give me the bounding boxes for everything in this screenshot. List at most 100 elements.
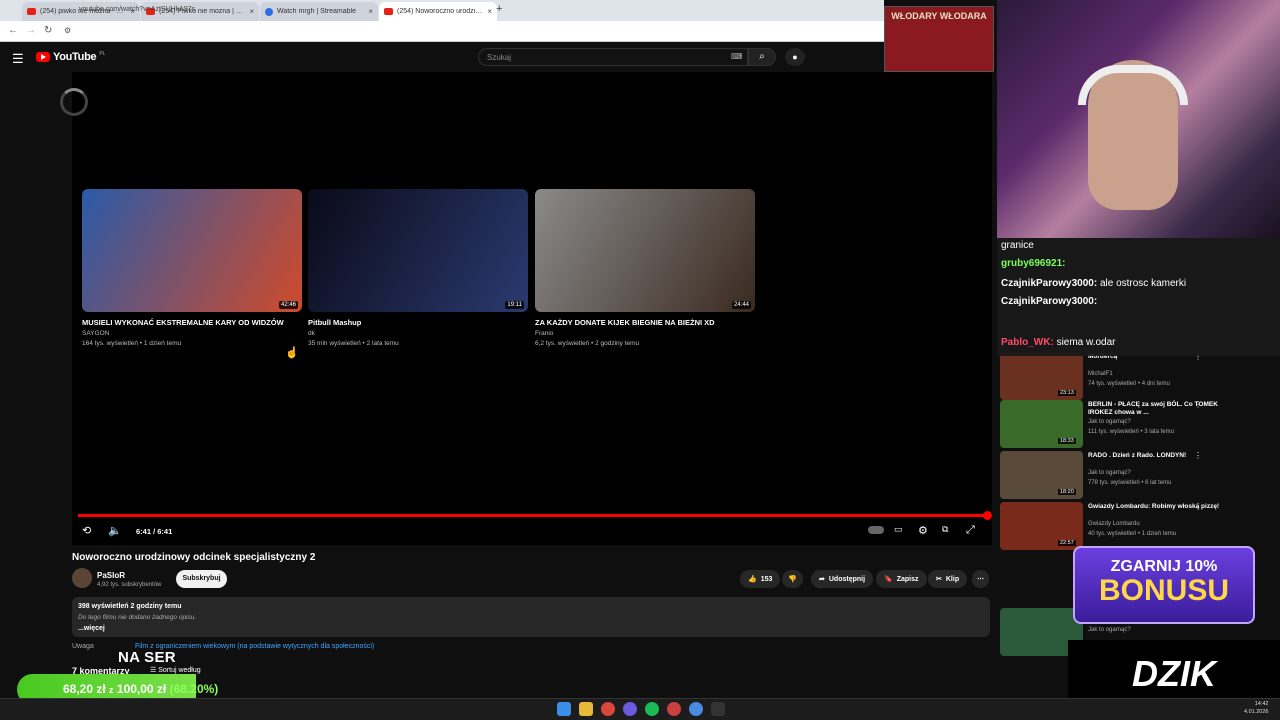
dislike-button[interactable]: 👎 <box>782 570 803 588</box>
obs-icon[interactable] <box>711 702 725 716</box>
like-button[interactable]: 👍 153 <box>740 570 781 588</box>
more-icon[interactable]: ⋮ <box>1194 451 1202 460</box>
recommended-video[interactable]: 18:20 RADO . Dzień z Rado. LONDYN! Jak to … <box>1000 451 1280 499</box>
browser-icon[interactable] <box>689 702 703 716</box>
menu-icon[interactable]: ☰ <box>12 51 24 67</box>
save-button[interactable]: 🔖 Zapisz <box>876 570 927 588</box>
tab-2[interactable]: Watch mrgh | Streamable × <box>260 2 378 21</box>
donation-goal: 100,00 zł <box>116 682 167 696</box>
video-channel[interactable]: Gwiazdy Lombardu <box>1088 521 1140 527</box>
streamable-icon <box>265 7 273 16</box>
stream-title-overlay: NA SER <box>118 649 176 666</box>
video-channel[interactable]: Jak to ogarnąć? <box>1088 627 1131 633</box>
endscreen-video-card[interactable]: 42:46 MUSIELI WYKONAĆ EKSTREMALNE KARY OD… <box>82 189 302 347</box>
search-input[interactable]: Szukaj <box>478 48 748 66</box>
miniplayer-icon[interactable]: ⧉ <box>942 524 948 535</box>
app-icon[interactable] <box>667 702 681 716</box>
video-channel[interactable]: MichaIF1 <box>1088 371 1113 377</box>
endscreen-video-card[interactable]: 19:11 Pitbull Mashup dk 35 mln wyświetleń •… <box>308 189 528 347</box>
search-icon: ⌕ <box>759 51 765 62</box>
address-bar <box>0 21 884 42</box>
notice-label: Uwaga <box>72 643 94 650</box>
chat-message: CzajnikParowy3000: <box>1001 296 1097 307</box>
progress-bar[interactable] <box>78 514 988 517</box>
video-title[interactable]: Gwiazdy Lombardu: Robimy włoską pizzę! <box>1088 503 1238 511</box>
video-duration: 22:57 <box>1058 540 1076 546</box>
fullscreen-icon[interactable]: ⤢ <box>966 524 975 537</box>
autoplay-toggle[interactable] <box>868 526 884 534</box>
channel-avatar[interactable] <box>72 568 92 588</box>
sort-comments-button[interactable]: ☰ Sortuj według <box>150 666 201 674</box>
video-channel[interactable]: Jak to ogarnąć? <box>1088 419 1131 425</box>
more-icon: ⋯ <box>977 576 984 583</box>
settings-icon[interactable]: ⚙ <box>918 524 928 537</box>
spotify-icon[interactable] <box>645 702 659 716</box>
chrome-icon[interactable] <box>601 702 615 716</box>
video-channel[interactable]: Jak to ogarnąć? <box>1088 470 1131 476</box>
url-text[interactable]: youtube.com/watch?v=AztSUHkA97s <box>79 6 195 13</box>
more-icon[interactable]: ⋮ <box>1194 400 1202 409</box>
recommended-video[interactable]: 23:13 Mordercą MichaIF1 74 tys. wyświetleń … <box>1000 352 1280 400</box>
more-actions-button[interactable]: ⋯ <box>972 570 989 588</box>
back-icon[interactable]: ← <box>8 25 18 36</box>
search-button[interactable]: ⌕ <box>748 48 776 66</box>
subscriber-count: 4,92 tys. subskrybentów <box>97 582 162 588</box>
recommended-video[interactable]: 22:57 Gwiazdy Lombardu: Robimy włoską piz… <box>1000 502 1280 550</box>
volume-icon[interactable]: 🔈 <box>108 524 122 537</box>
close-tab-icon[interactable]: × <box>249 7 254 16</box>
youtube-favicon-icon <box>384 8 393 15</box>
reload-icon[interactable]: ↻ <box>44 25 52 36</box>
chat-message: granice <box>1001 240 1034 251</box>
chat-user: gruby696921: <box>1001 258 1066 269</box>
video-thumbnail[interactable]: 19:11 <box>308 189 528 312</box>
close-tab-icon[interactable]: × <box>368 7 373 16</box>
forward-icon[interactable]: → <box>26 25 36 36</box>
video-title[interactable]: Pitbull Mashup <box>308 318 528 327</box>
subtitles-icon[interactable]: ▭ <box>894 524 903 535</box>
chat-text: siema w.odar <box>1056 337 1116 348</box>
tab-title: (254) Noworoczno urodzinowy <box>397 8 484 15</box>
chat-user: Pablo_WK: <box>1001 337 1054 348</box>
logo-text: YouTube <box>53 51 97 63</box>
close-tab-icon[interactable]: × <box>487 7 492 16</box>
sort-icon: ☰ <box>150 667 159 674</box>
more-icon[interactable]: ⋮ <box>1194 502 1202 511</box>
video-meta: 74 tys. wyświetleń • 4 dni temu <box>1088 381 1170 387</box>
video-thumbnail[interactable]: 24:44 <box>535 189 755 312</box>
endscreen-video-card[interactable]: 24:44 ZA KAŻDY DONATE KIJEK BIEGNIE NA BI… <box>535 189 755 347</box>
video-meta: 111 tys. wyświetleń • 3 lata temu <box>1088 429 1174 435</box>
video-channel[interactable]: dk <box>308 330 528 337</box>
video-title[interactable]: MUSIELI WYKONAĆ EKSTREMALNE KARY OD WIDZ… <box>82 318 302 327</box>
progress-scrubber[interactable] <box>983 511 992 520</box>
file-explorer-icon[interactable] <box>579 702 593 716</box>
voice-search-button[interactable]: ● <box>785 48 805 66</box>
subscribe-button[interactable]: Subskrybuj <box>176 570 227 588</box>
site-info-icon[interactable]: ⚙ <box>64 26 71 35</box>
video-title[interactable]: BERLIN - PŁACĘ za swój BÓL. Co TOMEK IRO… <box>1088 401 1238 417</box>
video-meta: 6,2 tys. wyświetleń • 2 godziny temu <box>535 340 640 347</box>
loading-spinner-icon <box>60 88 88 116</box>
donation-current: 68,20 zł <box>63 682 106 696</box>
chat-message: Pablo_WK: siema w.odar <box>1001 337 1115 348</box>
keyboard-icon[interactable]: ⌨ <box>731 52 743 61</box>
recommended-video[interactable]: 18:33 BERLIN - PŁACĘ za swój BÓL. Co TOME… <box>1000 400 1280 448</box>
start-icon[interactable] <box>557 702 571 716</box>
clock-time: 14:42 <box>1254 701 1269 707</box>
time-display: 6:41 / 6:41 <box>136 527 173 536</box>
new-tab-button[interactable]: + <box>496 3 502 15</box>
video-thumbnail[interactable]: 42:46 <box>82 189 302 312</box>
discord-icon[interactable] <box>623 702 637 716</box>
youtube-logo[interactable]: YouTube PL <box>36 51 105 63</box>
clip-button[interactable]: ✂ Klip <box>928 570 968 588</box>
tab-3[interactable]: (254) Noworoczno urodzinowy × <box>379 2 497 21</box>
video-title[interactable]: RADO . Dzień z Rado. LONDYN! <box>1088 452 1238 460</box>
video-channel[interactable]: SAYGON <box>82 330 302 337</box>
description-box[interactable]: 398 wyświetleń 2 godziny temu Do tego fi… <box>72 597 990 637</box>
youtube-play-icon <box>36 52 50 62</box>
video-channel[interactable]: Franio <box>535 330 755 337</box>
video-title[interactable]: ZA KAŻDY DONATE KIJEK BIEGNIE NA BIEŻNI … <box>535 318 755 327</box>
channel-name[interactable]: PaSIoR <box>97 571 125 580</box>
share-button[interactable]: ➦ Udostępnij <box>811 570 874 588</box>
replay-icon[interactable]: ⟲ <box>82 524 91 537</box>
more-link[interactable]: ...więcej <box>78 625 984 632</box>
